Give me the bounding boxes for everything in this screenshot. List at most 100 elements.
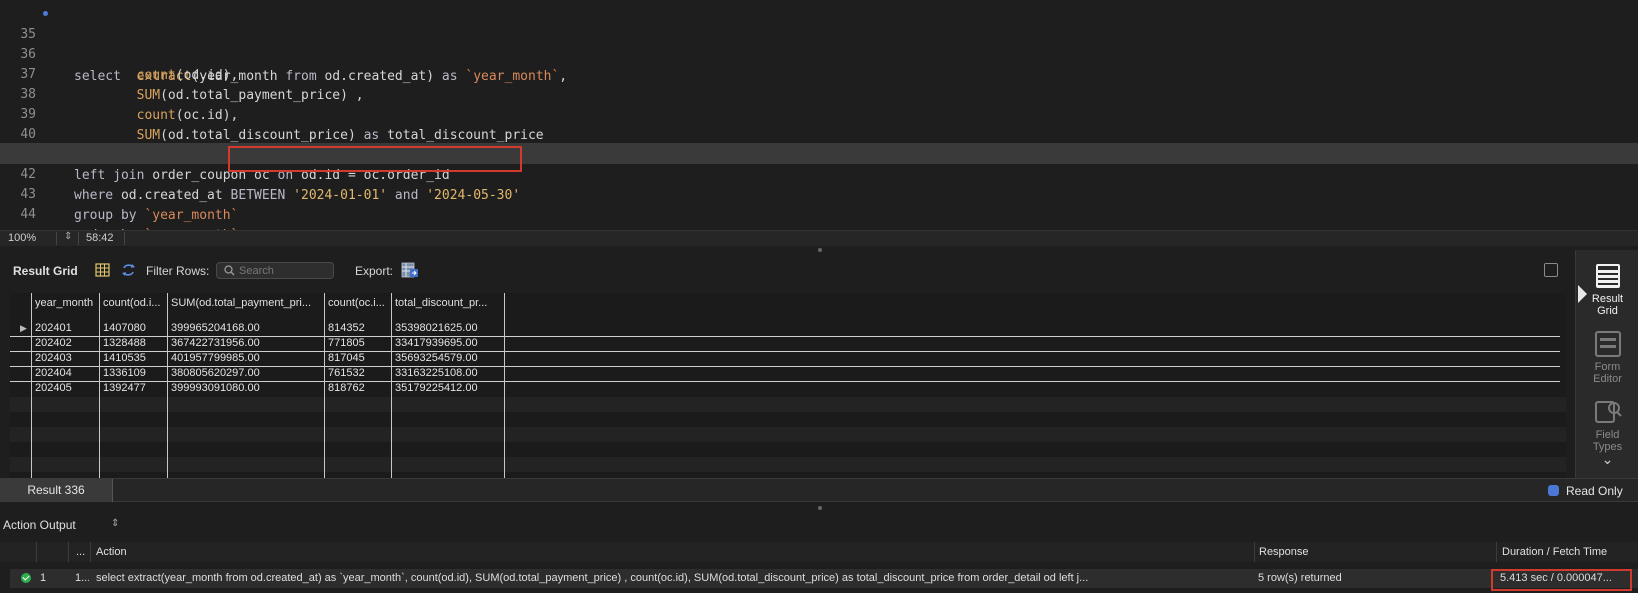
table-cell[interactable]: 202403	[32, 351, 98, 366]
table-cell[interactable]: 1410535	[100, 351, 166, 366]
action-output-row[interactable]: 1 1... select extract(year_month from od…	[10, 569, 1638, 588]
table-cell[interactable]: 367422731956.00	[168, 336, 324, 351]
column-divider	[36, 542, 37, 562]
panel-pointer-icon	[1578, 285, 1587, 303]
table-cell[interactable]: 202405	[32, 381, 98, 396]
column-divider	[31, 293, 32, 478]
code-line[interactable]: 44 order by `year_month`;	[0, 183, 1638, 230]
highlight-box	[1491, 569, 1632, 591]
table-row[interactable]: 202402 1328488 367422731956.00 771805 33…	[10, 336, 1566, 351]
divider	[124, 232, 125, 245]
table-row[interactable]: 202403 1410535 401957799985.00 817045 35…	[10, 351, 1566, 366]
highlight-box	[228, 146, 522, 172]
code-line[interactable]: 40 from order_detail od	[0, 103, 1638, 163]
row-time: 1...	[75, 572, 89, 584]
dropdown-stepper-icon[interactable]: ⇕	[111, 518, 119, 529]
column-header[interactable]: total_discount_pr...	[392, 293, 502, 313]
result-tabs-bar: Result 336 Read Only	[0, 478, 1638, 502]
code-line[interactable]: 35 select extract(year_month from od.cre…	[0, 3, 1638, 84]
splitter-handle[interactable]	[818, 506, 822, 510]
code-line[interactable]: 45	[0, 205, 1638, 230]
column-header[interactable]: year_month	[32, 293, 97, 313]
zoom-level[interactable]: 100%	[8, 232, 36, 244]
table-cell[interactable]: 202404	[32, 366, 98, 381]
read-only-label: Read Only	[1566, 484, 1623, 498]
filter-rows-label: Filter Rows:	[146, 264, 210, 278]
splitter-handle[interactable]	[818, 248, 822, 252]
action-output-selector[interactable]: Action Output	[3, 518, 76, 532]
refresh-icon[interactable]	[121, 263, 136, 277]
scroll-down-chevron-icon[interactable]: ⌄	[1576, 452, 1638, 466]
column-header[interactable]: count(oc.i...	[325, 293, 391, 313]
table-cell[interactable]: 399965204168.00	[168, 321, 324, 336]
divider	[56, 232, 57, 245]
column-divider	[391, 293, 392, 478]
table-cell[interactable]: 771805	[325, 336, 391, 351]
table-cell[interactable]: 761532	[325, 366, 391, 381]
table-cell[interactable]: 202402	[32, 336, 98, 351]
filter-search-box[interactable]	[216, 262, 334, 279]
code-line[interactable]: 39 SUM(od.total_discount_price) as total…	[0, 83, 1638, 143]
result-grid-toolbar: Result Grid Filter Rows: Export:	[0, 258, 1575, 284]
field-types-panel-button[interactable]: Field Types	[1576, 398, 1638, 453]
form-editor-panel-button[interactable]: Form Editor	[1576, 330, 1638, 385]
table-row[interactable]: 202404 1336109 380805620297.00 761532 33…	[10, 366, 1566, 381]
export-label: Export:	[355, 264, 394, 278]
editor-status-bar: 100% ⇕ 58:42	[0, 230, 1638, 246]
zoom-stepper-icon[interactable]: ⇕	[64, 231, 72, 242]
grid-view-icon[interactable]	[95, 263, 110, 277]
export-icon[interactable]	[401, 262, 419, 278]
action-text: select extract(year_month from od.create…	[96, 572, 1089, 584]
table-cell[interactable]: 401957799985.00	[168, 351, 324, 366]
column-header[interactable]: ...	[76, 546, 85, 558]
table-cell[interactable]: 814352	[325, 321, 391, 336]
code-line[interactable]: 41 left join order_coupon oc on od.id = …	[0, 123, 1638, 183]
column-header-action[interactable]: Action	[96, 546, 127, 558]
search-icon	[224, 265, 235, 276]
code-line[interactable]: 38 count(oc.id),	[0, 63, 1638, 123]
table-cell[interactable]: 380805620297.00	[168, 366, 324, 381]
table-cell[interactable]: 35693254579.00	[392, 351, 502, 366]
column-divider	[68, 542, 69, 562]
column-header-response[interactable]: Response	[1259, 546, 1309, 558]
table-cell[interactable]: 1336109	[100, 366, 166, 381]
empty-row	[10, 457, 1566, 472]
read-only-icon	[1548, 485, 1559, 496]
table-cell[interactable]: 399993091080.00	[168, 381, 324, 396]
column-header[interactable]: SUM(od.total_payment_pri...	[168, 293, 324, 313]
side-item-label: Form	[1594, 361, 1621, 373]
column-divider	[99, 293, 100, 478]
code-line[interactable]: 36 count(od.id),	[0, 23, 1638, 83]
column-divider	[1254, 542, 1255, 562]
table-cell[interactable]: 33163225108.00	[392, 366, 502, 381]
table-cell[interactable]: 1328488	[100, 336, 166, 351]
sql-editor[interactable]: 35 select extract(year_month from od.cre…	[0, 0, 1638, 230]
result-grid[interactable]: year_month count(od.i... SUM(od.total_pa…	[10, 293, 1566, 478]
column-header-duration[interactable]: Duration / Fetch Time	[1502, 546, 1607, 558]
statement-marker-icon	[43, 11, 48, 16]
table-row[interactable]: 202405 1392477 399993091080.00 818762 35…	[10, 381, 1566, 396]
table-cell[interactable]: 35179225412.00	[392, 381, 502, 396]
table-cell[interactable]: 1407080	[100, 321, 166, 336]
row-number: 1	[40, 572, 47, 584]
action-output-columns: ... Action Response Duration / Fetch Tim…	[0, 542, 1638, 562]
table-cell[interactable]: 1392477	[100, 381, 166, 396]
divider	[78, 232, 79, 245]
table-row[interactable]: 202401 1407080 399965204168.00 814352 35…	[10, 321, 1566, 336]
side-item-label: Editor	[1593, 373, 1622, 385]
code-line[interactable]: 37 SUM(od.total_payment_price) ,	[0, 43, 1638, 103]
action-output-header: Action Output ⇕	[0, 514, 1638, 536]
table-cell[interactable]: 818762	[325, 381, 391, 396]
field-types-icon	[1594, 401, 1622, 423]
search-input[interactable]	[239, 264, 329, 277]
toggle-side-panel-button[interactable]	[1544, 263, 1558, 277]
side-item-label: Field	[1595, 429, 1620, 441]
table-cell[interactable]: 817045	[325, 351, 391, 366]
table-cell[interactable]: 202401	[32, 321, 98, 336]
cursor-position: 58:42	[86, 232, 114, 244]
table-cell[interactable]: 35398021625.00	[392, 321, 502, 336]
column-divider	[504, 293, 505, 478]
tab-result-336[interactable]: Result 336	[0, 479, 113, 502]
column-header[interactable]: count(od.i...	[100, 293, 166, 313]
table-cell[interactable]: 33417939695.00	[392, 336, 502, 351]
